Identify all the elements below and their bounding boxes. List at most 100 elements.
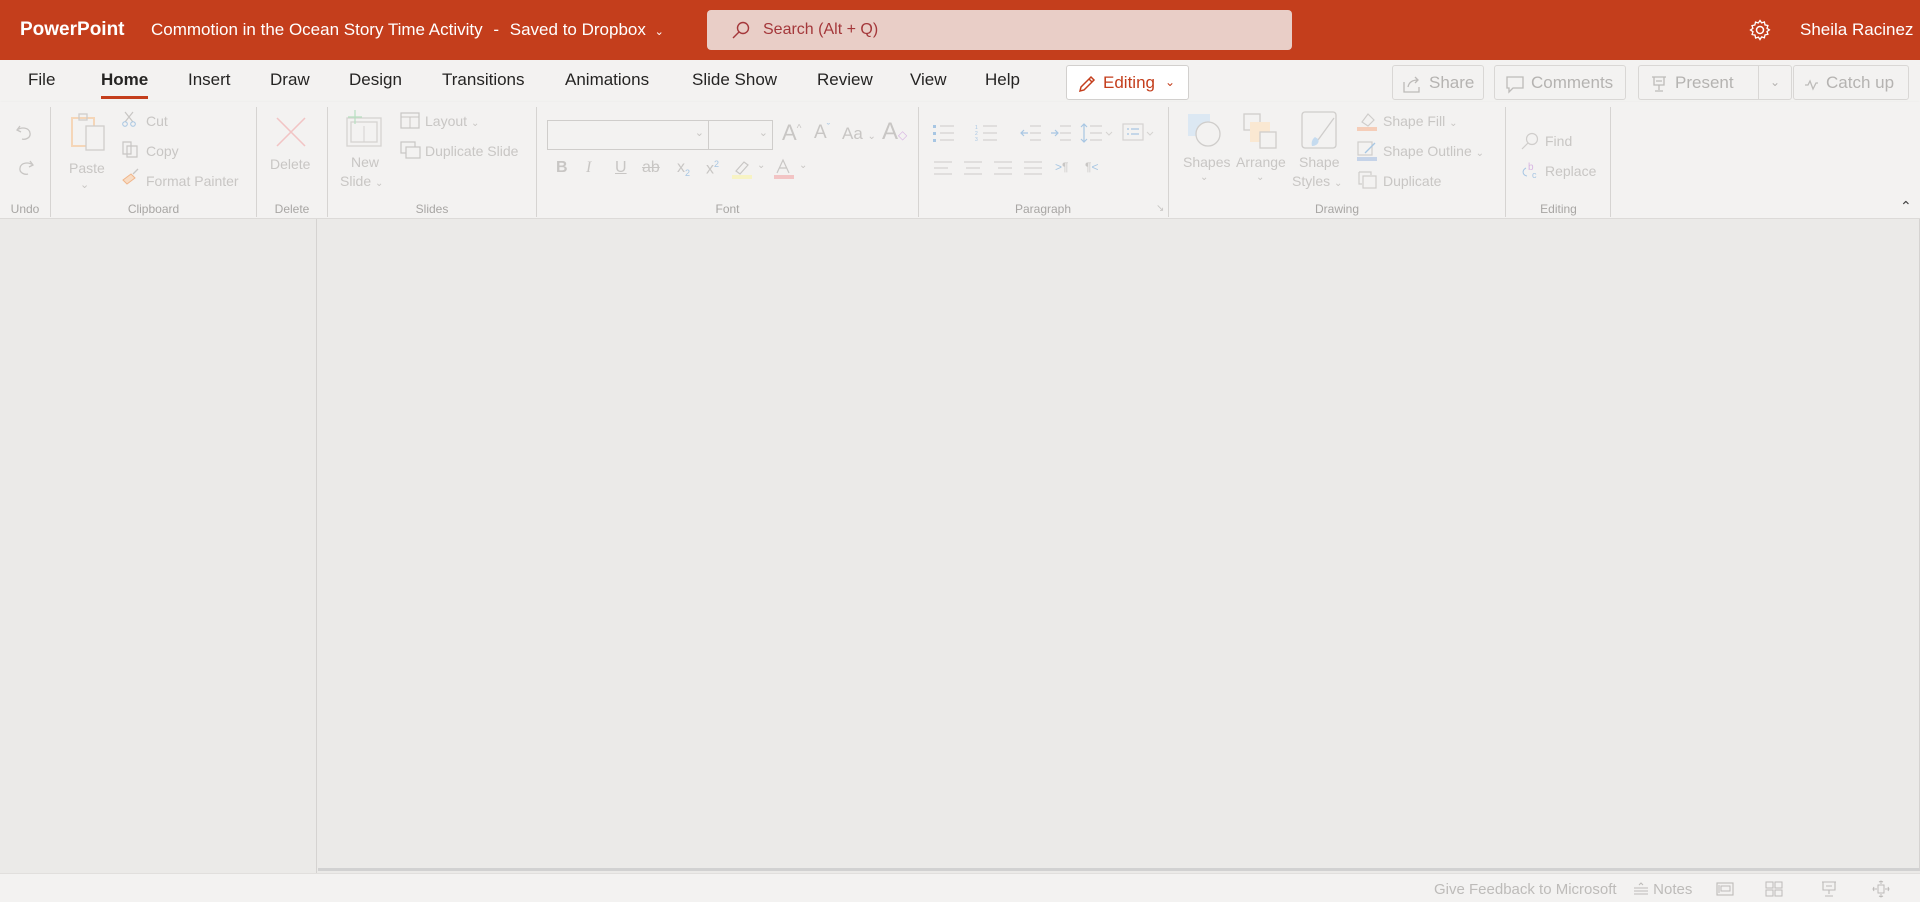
catch-up-button[interactable]: Catch up xyxy=(1793,65,1909,100)
chevron-down-icon[interactable]: ⌄ xyxy=(1200,172,1208,183)
tab-insert[interactable]: Insert xyxy=(188,70,231,90)
chevron-down-icon[interactable]: ⌄ xyxy=(757,160,765,171)
tab-draw[interactable]: Draw xyxy=(270,70,310,90)
numbering-icon[interactable]: 123 xyxy=(975,124,1003,142)
normal-view-icon[interactable] xyxy=(1716,881,1734,897)
fit-to-window-icon[interactable] xyxy=(1872,880,1890,898)
shrink-font-icon[interactable]: Aˇ xyxy=(814,122,830,144)
title-bar: PowerPoint Commotion in the Ocean Story … xyxy=(0,0,1920,60)
rtl-paragraph-icon[interactable]: ¶< xyxy=(1085,160,1098,174)
user-name[interactable]: Sheila Racinez xyxy=(1800,20,1913,40)
duplicate-button[interactable]: Duplicate xyxy=(1383,173,1441,189)
paste-label[interactable]: Paste xyxy=(69,160,105,176)
italic-button[interactable]: I xyxy=(586,159,591,177)
undo-icon[interactable] xyxy=(14,122,36,142)
slide-editor-canvas[interactable] xyxy=(318,219,1920,871)
workspace xyxy=(0,219,1920,873)
give-feedback-link[interactable]: Give Feedback to Microsoft xyxy=(1434,881,1617,898)
arrange-icon[interactable] xyxy=(1242,112,1280,150)
shapes-label[interactable]: Shapes xyxy=(1183,154,1230,170)
group-label-slides: Slides xyxy=(415,202,449,216)
highlighter-icon[interactable] xyxy=(732,159,754,179)
ltr-paragraph-icon[interactable]: >¶ xyxy=(1055,160,1068,174)
present-button[interactable]: Present xyxy=(1638,65,1758,100)
search-box[interactable]: Search (Alt + Q) xyxy=(707,10,1292,50)
tab-transitions[interactable]: Transitions xyxy=(442,70,525,90)
shape-fill-button[interactable]: Shape Fill ⌄ xyxy=(1383,113,1458,129)
layout-icon xyxy=(400,112,420,129)
layout-button[interactable]: Layout ⌄ xyxy=(425,113,479,129)
collapse-ribbon-icon[interactable]: ⌃ xyxy=(1900,198,1912,215)
line-spacing-icon[interactable] xyxy=(1080,122,1114,144)
find-button[interactable]: Find xyxy=(1545,133,1572,149)
tab-animations[interactable]: Animations xyxy=(565,70,649,90)
document-title[interactable]: Commotion in the Ocean Story Time Activi… xyxy=(151,20,664,40)
font-color-icon[interactable] xyxy=(773,158,795,180)
tab-slide-show[interactable]: Slide Show xyxy=(692,70,777,90)
slide-thumbnails-pane[interactable] xyxy=(0,219,317,873)
delete-x-icon[interactable] xyxy=(275,116,307,148)
comments-button[interactable]: Comments xyxy=(1494,65,1626,100)
comments-label: Comments xyxy=(1531,73,1614,92)
copy-button[interactable]: Copy xyxy=(146,143,179,159)
clear-formatting-icon[interactable]: A◇ xyxy=(882,118,907,146)
tab-help[interactable]: Help xyxy=(985,70,1020,90)
new-slide-label-2[interactable]: Slide ⌄ xyxy=(340,173,383,189)
new-slide-icon[interactable] xyxy=(345,110,383,148)
app-name[interactable]: PowerPoint xyxy=(20,19,125,41)
replace-button[interactable]: Replace xyxy=(1545,163,1596,179)
tab-view[interactable]: View xyxy=(910,70,947,90)
activity-icon xyxy=(1805,79,1818,91)
chevron-down-icon[interactable]: ⌄ xyxy=(80,178,89,191)
reading-view-icon[interactable] xyxy=(1820,880,1838,898)
cut-button[interactable]: Cut xyxy=(146,113,168,129)
present-options-dropdown[interactable]: ⌄ xyxy=(1758,65,1792,100)
grow-font-icon[interactable]: A^ xyxy=(782,120,801,146)
arrange-label[interactable]: Arrange xyxy=(1236,154,1286,170)
superscript-button[interactable]: x2 xyxy=(706,159,719,178)
align-center-icon[interactable] xyxy=(963,160,983,176)
shape-styles-icon[interactable] xyxy=(1300,110,1338,150)
editing-mode-button[interactable]: Editing ⌄ xyxy=(1066,65,1189,100)
font-size-dropdown[interactable]: ⌄ xyxy=(709,120,773,150)
shape-styles-label-2[interactable]: Styles ⌄ xyxy=(1292,173,1342,189)
slide-sorter-icon[interactable] xyxy=(1765,881,1783,897)
duplicate-slide-icon xyxy=(400,141,421,159)
bold-button[interactable]: B xyxy=(556,159,568,177)
decrease-indent-icon[interactable] xyxy=(1020,124,1042,142)
text-direction-icon[interactable] xyxy=(1122,122,1156,144)
underline-button[interactable]: U xyxy=(615,159,627,177)
settings-gear-icon[interactable] xyxy=(1748,18,1772,42)
tab-file[interactable]: File xyxy=(28,70,55,90)
align-left-icon[interactable] xyxy=(933,160,953,176)
shapes-icon[interactable] xyxy=(1186,112,1222,148)
align-right-icon[interactable] xyxy=(993,160,1013,176)
chevron-down-icon: ⌄ xyxy=(867,131,876,142)
shape-outline-button[interactable]: Shape Outline ⌄ xyxy=(1383,143,1484,159)
strikethrough-button[interactable]: ab xyxy=(642,159,660,177)
new-slide-label-1[interactable]: New xyxy=(351,154,379,170)
notes-icon xyxy=(1634,882,1648,895)
notes-button[interactable]: Notes xyxy=(1633,881,1692,898)
font-name-dropdown[interactable]: ⌄ xyxy=(547,120,709,150)
chevron-down-icon[interactable]: ⌄ xyxy=(799,160,807,171)
change-case-button[interactable]: Aa ⌄ xyxy=(842,124,876,144)
tab-review[interactable]: Review xyxy=(817,70,873,90)
chevron-down-icon: ⌄ xyxy=(1334,178,1343,189)
increase-indent-icon[interactable] xyxy=(1050,124,1072,142)
justify-icon[interactable] xyxy=(1023,160,1043,176)
shape-styles-label-1[interactable]: Shape xyxy=(1299,154,1339,170)
replace-icon: bc xyxy=(1522,162,1537,180)
bullets-icon[interactable] xyxy=(932,124,960,142)
redo-icon[interactable] xyxy=(14,157,36,177)
group-label-clipboard: Clipboard xyxy=(127,202,180,216)
paste-icon[interactable] xyxy=(70,112,108,152)
tab-design[interactable]: Design xyxy=(349,70,402,90)
format-painter-button[interactable]: Format Painter xyxy=(146,173,239,189)
tab-home[interactable]: Home xyxy=(101,70,149,99)
share-button[interactable]: Share xyxy=(1392,65,1484,100)
duplicate-slide-button[interactable]: Duplicate Slide xyxy=(425,143,518,159)
delete-button[interactable]: Delete xyxy=(270,156,310,172)
subscript-button[interactable]: x2 xyxy=(677,159,690,178)
chevron-down-icon[interactable]: ⌄ xyxy=(1256,172,1264,183)
